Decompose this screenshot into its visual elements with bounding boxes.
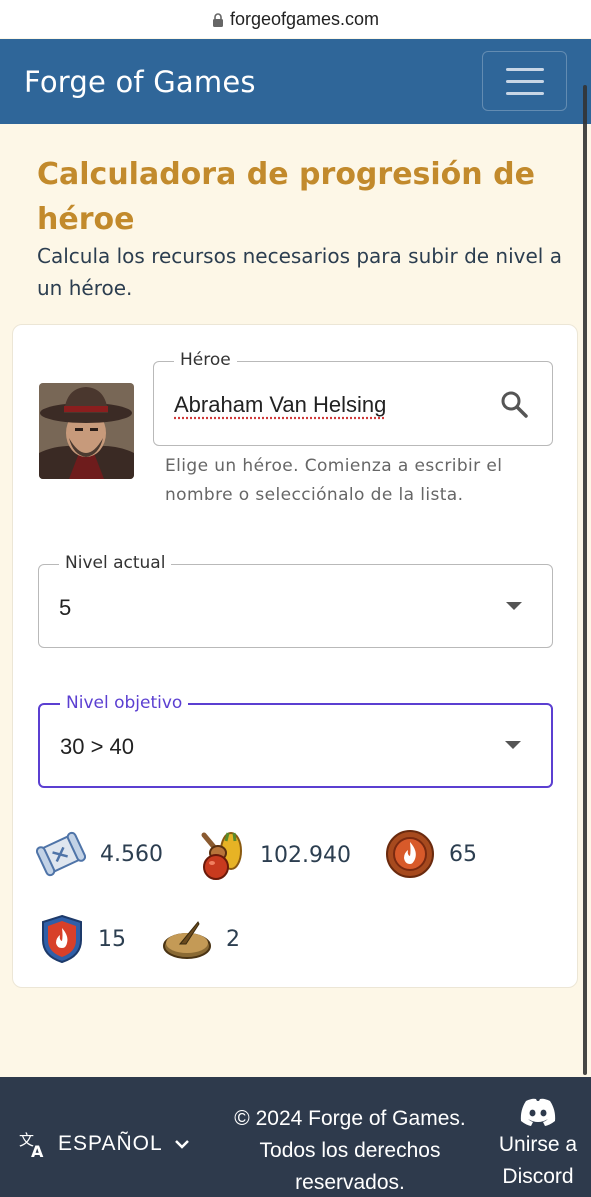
top-navbar: Forge of Games	[0, 39, 591, 124]
sundial-icon	[162, 914, 212, 964]
page-footer: 文 A ESPAÑOL © 2024 Forge of Games. Todos…	[0, 1077, 591, 1197]
current-level-value: 5	[59, 595, 71, 621]
chevron-down-icon	[505, 741, 521, 749]
resource-value: 2	[226, 927, 240, 952]
target-level-value: 30 > 40	[60, 734, 134, 760]
resource-item: 4.560	[36, 829, 163, 879]
discord-link[interactable]: Unirse a Discord	[488, 1097, 588, 1193]
svg-text:A: A	[31, 1142, 44, 1159]
hero-field-label: Héroe	[174, 350, 237, 370]
chevron-down-icon	[506, 602, 522, 610]
copyright-text: © 2024 Forge of Games. Todos los derecho…	[210, 1103, 490, 1197]
food-icon	[198, 829, 246, 881]
resource-value: 65	[449, 842, 477, 867]
language-selector[interactable]: 文 A ESPAÑOL	[18, 1129, 191, 1159]
fire-medallion-icon	[385, 829, 435, 879]
discord-label: Unirse a Discord	[499, 1133, 577, 1188]
menu-bar-icon	[506, 80, 544, 83]
resource-item: 102.940	[198, 829, 351, 881]
target-level-label: Nivel objetivo	[60, 693, 188, 713]
resource-item: 2	[162, 914, 240, 964]
translate-icon: 文 A	[18, 1129, 48, 1159]
page-title: Calculadora de progresión de héroe	[37, 152, 557, 242]
hero-field-helper-text: Elige un héroe. Comienza a escribir el n…	[165, 452, 555, 510]
chevron-down-icon	[173, 1138, 191, 1150]
hamburger-menu-button[interactable]	[482, 51, 567, 111]
resource-item: 15	[40, 914, 126, 964]
lock-icon	[212, 13, 224, 27]
resource-item: 65	[385, 829, 477, 879]
resource-value: 102.940	[260, 843, 351, 868]
url-text: forgeofgames.com	[230, 9, 379, 30]
menu-bar-icon	[506, 92, 544, 95]
fire-shield-icon	[40, 914, 84, 964]
resource-value: 15	[98, 927, 126, 952]
target-level-select[interactable]: Nivel objetivo 30 > 40	[38, 703, 553, 788]
hero-portrait	[39, 383, 134, 479]
hero-search-input[interactable]: Héroe Abraham Van Helsing	[153, 361, 553, 446]
current-level-select[interactable]: Nivel actual 5	[38, 564, 553, 648]
hero-input-value[interactable]: Abraham Van Helsing	[174, 392, 386, 418]
menu-bar-icon	[506, 68, 544, 71]
search-icon[interactable]	[500, 390, 528, 418]
browser-url-bar[interactable]: forgeofgames.com	[0, 0, 591, 38]
scroll-icon	[36, 829, 86, 879]
page-subtitle: Calcula los recursos necesarios para sub…	[37, 240, 567, 304]
resource-value: 4.560	[100, 842, 163, 867]
site-brand[interactable]: Forge of Games	[24, 65, 256, 99]
language-label: ESPAÑOL	[58, 1132, 163, 1156]
page-scrollbar[interactable]	[583, 85, 587, 1075]
discord-icon	[518, 1097, 558, 1127]
current-level-label: Nivel actual	[59, 553, 171, 573]
